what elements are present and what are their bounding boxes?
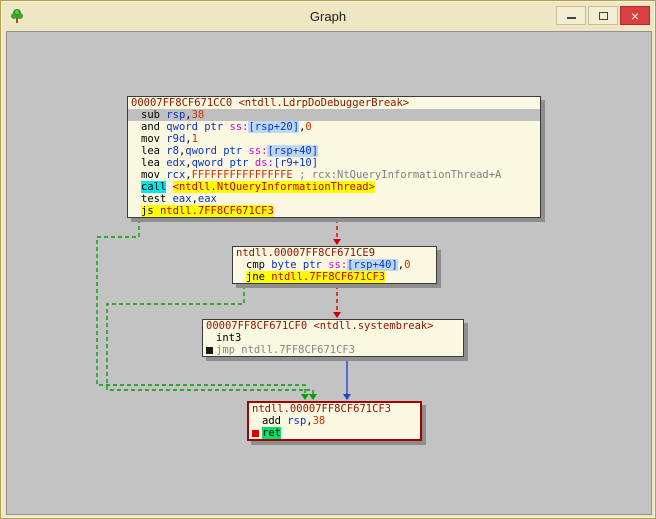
titlebar[interactable]: Graph × [1,1,655,31]
asm-token: ; rcx:NtQueryInformationThread+A [292,169,502,181]
graph-node-cf3[interactable]: ntdll.00007FF8CF671CF3 add rsp,38 ret [247,401,422,441]
marker-slot [131,160,138,167]
asm-token: qword ptr [185,145,249,157]
asm-token: ss: [248,145,268,157]
marker-slot [131,172,138,179]
asm-token: ntdll.7FF8CF671CF3 [271,271,386,283]
breakpoint-marker [252,429,259,437]
asm-token [166,181,172,193]
close-button[interactable]: × [620,6,650,25]
marker-slot [131,124,138,131]
asm-token: [rsp+40] [267,145,319,157]
asm-token: qword ptr [191,157,255,169]
asm-token: lea [141,157,167,169]
window-controls: × [556,6,650,25]
marker-slot [131,136,138,143]
maximize-icon [598,11,608,20]
asm-token: and [141,121,167,133]
marker-slot [236,274,243,281]
asm-token: 0 [305,121,312,133]
instruction-line[interactable]: mov rcx,FFFFFFFFFFFFFFFE ; rcx:NtQueryIn… [128,169,540,181]
asm-token: sub [141,109,167,121]
asm-token: byte ptr [271,259,329,271]
instruction-line[interactable]: lea edx,qword ptr ds:[r9+10] [128,157,540,169]
asm-token: mov [141,133,167,145]
asm-token: cmp [246,259,272,271]
instruction-line[interactable]: ret [249,427,420,439]
edge-cc0-taken-cf3-arrowhead [301,394,309,400]
asm-token: [r9+10] [273,157,319,169]
asm-token: 38 [191,109,205,121]
instruction-line[interactable]: jne ntdll.7FF8CF671CF3 [233,271,436,283]
asm-token: ss: [328,259,348,271]
asm-token: rcx [166,169,186,181]
edge-cc0-fall-ce9-arrowhead [333,239,341,245]
asm-token: r9d [166,133,186,145]
edge-ce9-fall-cf0-arrowhead [333,312,341,318]
asm-token: rsp [166,109,186,121]
marker-slot [206,335,213,342]
asm-token: ds: [254,157,274,169]
asm-token: edx [166,157,186,169]
marker-slot [131,196,138,203]
asm-token: call [141,181,167,193]
edge-cf0-jmp-cf3-arrowhead [343,394,351,400]
asm-token: ss: [229,121,249,133]
asm-token: eax [197,193,217,205]
minimize-button[interactable] [556,6,586,25]
marker-slot [252,418,259,425]
asm-token: ret [262,427,281,439]
asm-token: add [262,415,288,427]
instruction-line[interactable]: lea r8,qword ptr ss:[rsp+40] [128,145,540,157]
asm-token: qword ptr [166,121,230,133]
asm-token: r8 [166,145,179,157]
graph-canvas[interactable]: 00007FF8CF671CC0 <ntdll.LdrpDoDebuggerBr… [6,31,652,515]
asm-token: <ntdll.NtQueryInformationThread> [172,181,375,193]
asm-token: 38 [312,415,326,427]
instruction-line[interactable]: add rsp,38 [249,415,420,427]
minimize-icon [566,12,576,19]
asm-token: eax [172,193,192,205]
marker-slot [131,184,138,191]
asm-token: [rsp+40] [347,259,398,271]
instruction-line[interactable]: jmp ntdll.7FF8CF671CF3 [203,344,463,356]
asm-token: FFFFFFFFFFFFFFFE [191,169,293,181]
asm-token: lea [141,145,167,157]
breakpoint-marker [206,346,213,354]
instruction-line[interactable]: call <ntdll.NtQueryInformationThread> [128,181,540,193]
instruction-line[interactable]: and qword ptr ss:[rsp+20],0 [128,121,540,133]
block-header: 00007FF8CF671CF0 <ntdll.systembreak> [206,320,434,332]
instruction-line[interactable]: int3 [203,332,463,344]
asm-token: int3 [216,332,242,344]
asm-token: jne [246,271,265,283]
instruction-line[interactable]: test eax,eax [128,193,540,205]
graph-node-cc0[interactable]: 00007FF8CF671CC0 <ntdll.LdrpDoDebuggerBr… [127,96,541,218]
graph-node-ce9[interactable]: ntdll.00007FF8CF671CE9 cmp byte ptr ss:[r… [232,246,437,284]
graph-window: Graph × 00007FF8CF671CC0 <ntdll.LdrpDoDe… [0,0,656,519]
edge-ce9-taken-cf3-arrowhead [309,394,317,400]
asm-token: mov [141,169,167,181]
asm-token: jmp ntdll.7FF8CF671CF3 [216,344,356,356]
block-header: 00007FF8CF671CC0 <ntdll.LdrpDoDebuggerBr… [131,97,410,109]
instruction-line[interactable]: sub rsp,38 [128,109,540,121]
instruction-line[interactable]: cmp byte ptr ss:[rsp+40],0 [233,259,436,271]
asm-token: 0 [404,259,411,271]
marker-slot [131,148,138,155]
marker-slot [131,112,138,119]
graph-node-cf0[interactable]: 00007FF8CF671CF0 <ntdll.systembreak> int3… [202,319,464,357]
maximize-button[interactable] [588,6,618,25]
instruction-line[interactable]: js ntdll.7FF8CF671CF3 [128,205,540,217]
instruction-line[interactable]: mov r9d,1 [128,133,540,145]
block-header: ntdll.00007FF8CF671CF3 [252,403,392,415]
asm-token: 1 [191,133,198,145]
asm-token: js [141,205,154,217]
asm-token: rsp [287,415,307,427]
marker-slot [236,262,243,269]
marker-slot [131,208,138,215]
block-header: ntdll.00007FF8CF671CE9 [236,247,376,259]
asm-token: ntdll.7FF8CF671CF3 [159,205,274,217]
asm-token: test [141,193,173,205]
asm-token: [rsp+20] [248,121,300,133]
